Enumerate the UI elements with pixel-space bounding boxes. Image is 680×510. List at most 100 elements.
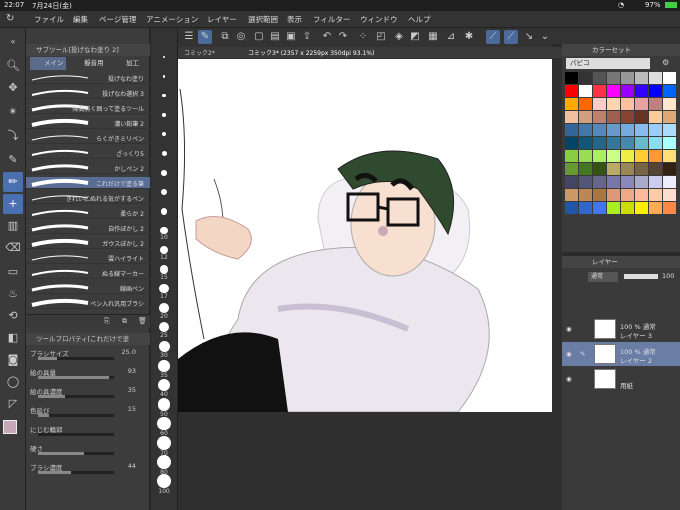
color-swatch[interactable]	[593, 98, 606, 110]
property-row[interactable]: 硬さ	[30, 443, 148, 457]
color-swatch[interactable]	[565, 85, 578, 97]
color-swatch[interactable]	[649, 189, 662, 201]
menu-help[interactable]: ヘルプ	[408, 14, 431, 25]
menu-page[interactable]: ページ管理	[99, 14, 136, 25]
tab-main[interactable]: メイン	[30, 57, 66, 70]
color-swatch[interactable]	[593, 189, 606, 201]
text-icon[interactable]: ◙	[3, 350, 23, 370]
color-swatch[interactable]	[635, 189, 648, 201]
subtool-item[interactable]: きれいにぬれる気がするペン	[26, 192, 150, 204]
color-swatch[interactable]	[649, 85, 662, 97]
color-wheel-icon[interactable]: ✱	[462, 30, 476, 44]
color-swatch[interactable]	[663, 85, 676, 97]
brush-size-preset[interactable]	[154, 94, 174, 98]
color-swatch[interactable]	[565, 163, 578, 175]
subtool-item[interactable]: ペン入れ汎用ブラシ	[26, 297, 150, 309]
brush-size-preset[interactable]: 35	[154, 360, 174, 379]
chevron-down-icon[interactable]: ⌄	[538, 30, 552, 44]
color-swatch[interactable]	[579, 98, 592, 110]
color-swatch[interactable]	[635, 85, 648, 97]
color-swatch[interactable]	[621, 150, 634, 162]
color-swatch[interactable]	[607, 163, 620, 175]
color-swatch[interactable]	[649, 72, 662, 84]
color-swatch[interactable]	[565, 137, 578, 149]
doc-tab-1[interactable]: コミック2*	[184, 48, 215, 57]
color-swatch[interactable]	[621, 111, 634, 123]
brush-size-preset[interactable]	[154, 75, 174, 78]
color-swatch[interactable]	[621, 176, 634, 188]
property-slider[interactable]	[38, 395, 114, 398]
fill-bucket-icon[interactable]: ♨	[3, 284, 23, 304]
brush-size-preset[interactable]	[154, 170, 174, 176]
property-slider[interactable]	[38, 414, 114, 417]
brush-size-preset[interactable]: 60	[154, 417, 174, 437]
subtool-item[interactable]: これだけで塗る筆	[26, 177, 150, 189]
color-swatch[interactable]	[579, 72, 592, 84]
menu-icon[interactable]: ☰	[182, 30, 196, 44]
color-swatch[interactable]	[607, 124, 620, 136]
color-swatch[interactable]	[635, 150, 648, 162]
color-swatch[interactable]	[649, 111, 662, 123]
subtool-item[interactable]: 濃い鉛筆 2	[26, 117, 150, 129]
eye-icon[interactable]: ◉	[566, 350, 572, 358]
canvas-rotate-icon[interactable]: ◩	[408, 30, 422, 44]
color-swatch[interactable]	[635, 202, 648, 214]
property-row[interactable]: 絵の具濃度 35	[30, 386, 148, 400]
color-swatch[interactable]	[579, 137, 592, 149]
zoom-icon[interactable]: 🔍︎	[3, 56, 23, 76]
blend-mode-select[interactable]: 通常	[588, 272, 618, 282]
brush-size-preset[interactable]	[154, 189, 174, 196]
ruler-icon[interactable]: ⊿	[444, 30, 458, 44]
menu-selection[interactable]: 選択範囲	[248, 14, 278, 25]
brush-size-preset[interactable]: 12	[154, 246, 174, 261]
color-swatch[interactable]	[593, 137, 606, 149]
gradient-icon[interactable]: ◧	[3, 328, 23, 348]
color-swatch[interactable]	[607, 176, 620, 188]
property-row[interactable]: 絵の具量 93	[30, 367, 148, 381]
brush-size-preset[interactable]	[154, 56, 174, 58]
brush-size-preset[interactable]: 17	[154, 284, 174, 300]
color-swatch[interactable]	[649, 163, 662, 175]
color-swatch[interactable]	[635, 98, 648, 110]
color-swatch[interactable]	[635, 72, 648, 84]
color-swatch[interactable]	[593, 150, 606, 162]
color-swatch[interactable]	[635, 176, 648, 188]
color-swatch[interactable]	[649, 202, 662, 214]
color-swatch[interactable]	[593, 111, 606, 123]
brush-size-preset[interactable]	[154, 113, 174, 117]
open-file-icon[interactable]: ▤	[268, 30, 282, 44]
eyedropper-icon[interactable]: ⤵	[3, 126, 23, 146]
property-row[interactable]: 色延び 15	[30, 405, 148, 419]
new-file-icon[interactable]: ▢	[252, 30, 266, 44]
flip-icon[interactable]: ▦	[426, 30, 440, 44]
subtool-item[interactable]: ぬる線マーカー	[26, 267, 150, 279]
layer-row[interactable]: ◉ ✎ 100 % 通常 レイヤー 2	[562, 342, 680, 366]
color-swatch[interactable]	[607, 85, 620, 97]
color-swatch[interactable]	[663, 124, 676, 136]
color-swatch[interactable]	[565, 98, 578, 110]
property-slider[interactable]	[38, 376, 114, 379]
color-swatch[interactable]	[579, 111, 592, 123]
color-swatch[interactable]	[635, 137, 648, 149]
brush-size-preset[interactable]: 80	[154, 455, 174, 476]
menu-filter[interactable]: フィルター	[313, 14, 350, 25]
color-swatch[interactable]	[607, 111, 620, 123]
menu-edit[interactable]: 編集	[73, 14, 88, 25]
brush-size-preset[interactable]: 40	[154, 379, 174, 398]
color-swatch[interactable]	[649, 98, 662, 110]
color-swatch[interactable]	[579, 202, 592, 214]
brush-tool-icon[interactable]: +	[3, 194, 23, 214]
menu-layer[interactable]: レイヤー	[207, 14, 237, 25]
color-swatch[interactable]	[579, 85, 592, 97]
color-swatch[interactable]	[663, 202, 676, 214]
brush-size-preset[interactable]	[154, 151, 174, 156]
color-swatch[interactable]	[593, 202, 606, 214]
subtool-item[interactable]: 隙間無く囲って塗るツール	[26, 102, 150, 114]
subtool-item[interactable]: 線画ペン	[26, 282, 150, 294]
color-swatch[interactable]	[565, 202, 578, 214]
color-swatch[interactable]	[663, 189, 676, 201]
property-slider[interactable]	[38, 471, 114, 474]
color-swatch[interactable]	[649, 176, 662, 188]
transform-icon[interactable]: ◰	[374, 30, 388, 44]
color-swatch[interactable]	[607, 150, 620, 162]
